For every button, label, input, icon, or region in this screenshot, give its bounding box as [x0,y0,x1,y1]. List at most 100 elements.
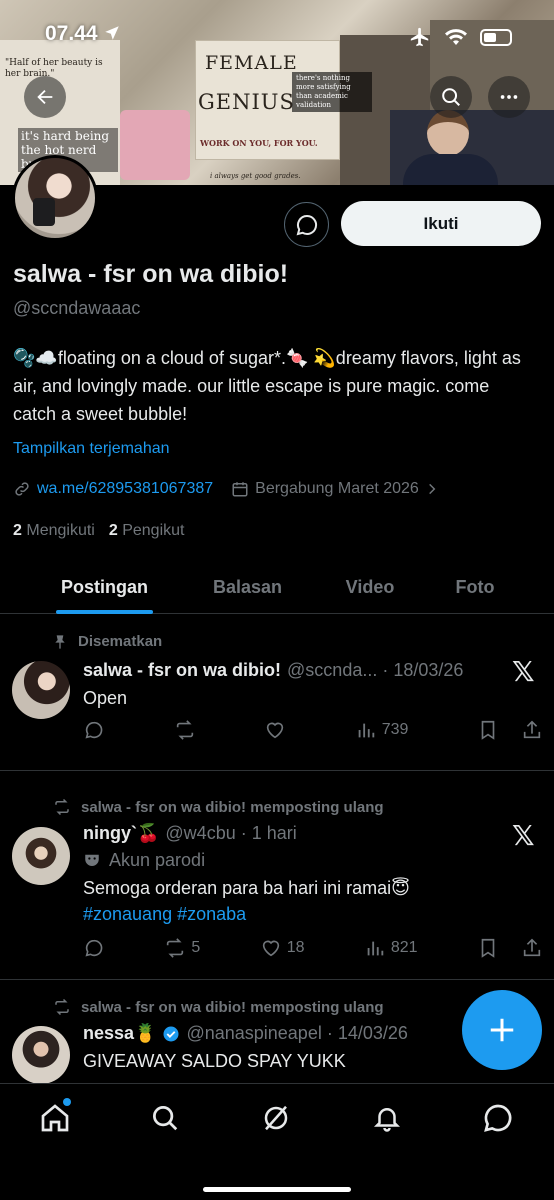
follow-stats: 2 Mengikuti 2 Pengikut [13,522,184,540]
home-icon [41,1104,69,1132]
post-header: salwa - fsr on wa dibio! @sccnda... · 18… [83,660,463,681]
nav-home[interactable] [33,1096,77,1140]
grok-icon [264,1105,288,1131]
post-actions: 739 [83,719,543,741]
views-button[interactable]: 739 [355,719,408,741]
views-chart-icon [358,723,374,738]
nav-notifications[interactable] [365,1096,409,1140]
tab-photos[interactable]: Foto [450,560,500,614]
view-count: 821 [390,939,418,956]
share-icon[interactable] [521,719,543,741]
post-text: GIVEAWAY SALDO SPAY YUKK [83,1051,346,1071]
link-icon [15,482,29,496]
repost-icon [55,998,69,1016]
pinned-context: Disematkan [55,633,162,650]
bookmark-icon[interactable] [477,937,499,959]
reply-button[interactable] [83,937,105,959]
nav-search[interactable] [143,1096,187,1140]
post-avatar[interactable] [12,827,70,885]
profile-avatar[interactable] [12,155,98,241]
search-icon [153,1106,178,1131]
repost-count: 5 [191,939,201,956]
post-text: Semoga orderan para ba hari ini ramai😇 [83,878,410,898]
reply-icon [85,721,103,739]
pin-icon [55,634,65,649]
status-time: 07.44 [45,22,121,46]
tab-replies[interactable]: Balasan [205,560,290,614]
chat-bubble-icon [296,214,317,235]
banner-person [395,110,505,185]
translate-link[interactable]: Tampilkan terjemahan [13,440,170,458]
like-count: 18 [286,939,305,956]
calendar-icon [232,482,248,497]
follow-button[interactable]: Ikuti [341,201,541,246]
battery-icon [480,28,512,46]
verified-badge-icon [163,1026,179,1042]
repost-button[interactable]: 5 [164,937,200,959]
tab-video[interactable]: Video [338,560,402,614]
heart-icon [262,940,279,957]
chat-bubble-icon [484,1104,512,1132]
views-chart-icon [367,941,384,956]
x-logo-icon: 𝕏 [512,656,535,687]
bell-icon [373,1108,401,1132]
compose-button[interactable] [462,990,542,1070]
post-item[interactable]: Disematkan salwa - fsr on wa dibio! @scc… [0,615,554,771]
banner-text: FEMALE [205,52,298,74]
post-author-name[interactable]: nessa🍍 [83,1023,156,1044]
banner-collage-piece [120,110,190,180]
post-hashtags[interactable]: #zonauang #zonaba [83,901,246,927]
reply-icon [85,939,103,957]
banner-text: there's nothing more satisfying than aca… [292,72,372,112]
post-handle-time: @nanaspineapel · 14/03/26 [186,1023,408,1043]
plus-icon [490,1018,514,1042]
share-icon[interactable] [521,937,543,959]
profile-meta: wa.me/62895381067387 Bergabung Maret 202… [13,480,439,498]
parody-mask-icon [85,854,99,866]
nav-grok[interactable] [254,1096,298,1140]
banner-text: WORK ON YOU, FOR YOU. [200,138,318,148]
followers-stat[interactable]: 2 Pengikut [109,522,185,540]
arrow-left-icon [37,89,53,105]
message-button[interactable] [284,202,329,247]
post-actions: 5 18 821 [83,937,543,959]
like-button[interactable]: 18 [260,937,305,959]
back-button[interactable] [24,76,66,118]
joined-date[interactable]: Bergabung Maret 2026 [255,480,419,498]
repost-button[interactable] [174,719,196,741]
post-author-name[interactable]: salwa - fsr on wa dibio! [83,660,281,681]
post-item[interactable]: salwa - fsr on wa dibio! memposting ulan… [0,771,554,980]
repost-context: salwa - fsr on wa dibio! memposting ulan… [55,998,384,1016]
bookmark-icon[interactable] [477,719,499,741]
airplane-icon [410,27,429,47]
home-indicator [203,1187,351,1192]
notification-dot [63,1098,71,1106]
post-author-name[interactable]: ningy`🍒 [83,823,159,844]
like-button[interactable] [264,719,286,741]
reply-button[interactable] [83,719,105,741]
profile-name: salwa - fsr on wa dibio! [13,260,289,288]
post-handle-time: @sccnda... · 18/03/26 [287,660,464,680]
following-stat[interactable]: 2 Mengikuti [13,522,95,540]
status-bar: 07.44 [0,22,554,52]
nav-messages[interactable] [476,1096,520,1140]
location-arrow-icon [105,26,120,40]
banner-text: "Half of her beauty is her brain." [5,58,103,79]
post-avatar[interactable] [12,1026,70,1084]
repost-context: salwa - fsr on wa dibio! memposting ulan… [55,798,384,816]
more-horizontal-icon [500,95,518,99]
more-options-button[interactable] [488,76,530,118]
bottom-navigation [0,1083,554,1200]
chevron-right-icon [428,483,436,495]
repost-icon [167,938,184,958]
repost-icon [55,798,69,816]
repost-icon [176,720,193,740]
views-button[interactable]: 821 [364,937,418,959]
post-avatar[interactable] [12,661,70,719]
profile-tabs: Postingan Balasan Video Foto [0,560,554,614]
profile-link[interactable]: wa.me/62895381067387 [37,480,213,498]
post-header: ningy`🍒 @w4cbu · 1 hari [83,823,297,844]
tab-posts[interactable]: Postingan [56,560,153,614]
post-handle-time: @w4cbu · 1 hari [165,823,297,843]
search-button[interactable] [430,76,472,118]
